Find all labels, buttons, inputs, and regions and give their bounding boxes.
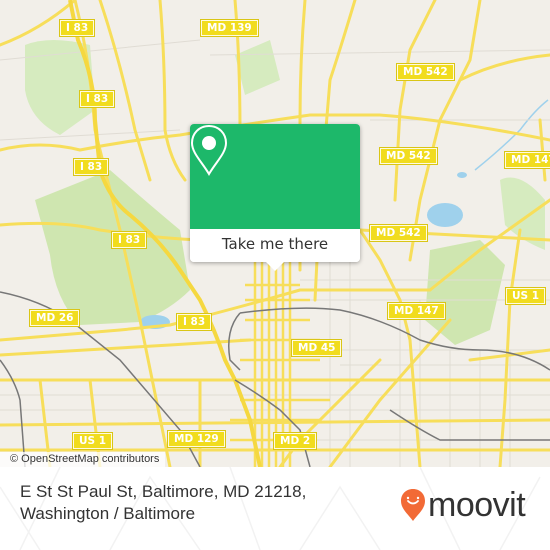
route-shield: I 83 <box>175 313 213 331</box>
route-shield: MD 542 <box>396 63 455 81</box>
route-shield: I 83 <box>72 158 110 176</box>
route-shield: MD 147 <box>387 302 446 320</box>
map-attribution[interactable]: © OpenStreetMap contributors <box>0 452 166 467</box>
route-shield: US 1 <box>504 287 547 305</box>
park-area <box>425 240 505 345</box>
route-shield: MD 147 <box>504 151 550 169</box>
water-lake <box>427 203 463 227</box>
map-pin-icon <box>190 124 228 176</box>
location-popup: Take me there <box>190 124 360 271</box>
route-shield: US 1 <box>71 432 114 450</box>
map-view[interactable]: I 83 MD 139 I 83 I 83 MD 542 MD 542 MD 1… <box>0 0 550 467</box>
address-text: E St St Paul St, Baltimore, MD 21218, Wa… <box>20 482 307 523</box>
popup-pointer <box>265 261 285 271</box>
route-shield: I 83 <box>78 90 116 108</box>
moovit-wordmark: moovit <box>428 486 526 524</box>
park-area <box>235 40 280 95</box>
popup-header <box>190 124 360 229</box>
route-shield: MD 26 <box>28 309 81 327</box>
take-me-there-button[interactable]: Take me there <box>190 229 360 262</box>
route-shield: MD 139 <box>200 19 259 37</box>
route-shield: I 83 <box>58 19 96 37</box>
route-shield: I 83 <box>110 231 148 249</box>
route-shield: MD 2 <box>272 432 318 450</box>
route-shield: MD 542 <box>379 147 438 165</box>
footer: E St St Paul St, Baltimore, MD 21218, Wa… <box>0 467 550 550</box>
route-shield: MD 45 <box>290 339 343 357</box>
moovit-pin-logo-icon <box>401 489 425 521</box>
water-lake <box>457 172 467 178</box>
route-shield: MD 129 <box>167 430 226 448</box>
route-shield: MD 542 <box>369 224 428 242</box>
moovit-logo[interactable]: moovit <box>400 486 526 524</box>
